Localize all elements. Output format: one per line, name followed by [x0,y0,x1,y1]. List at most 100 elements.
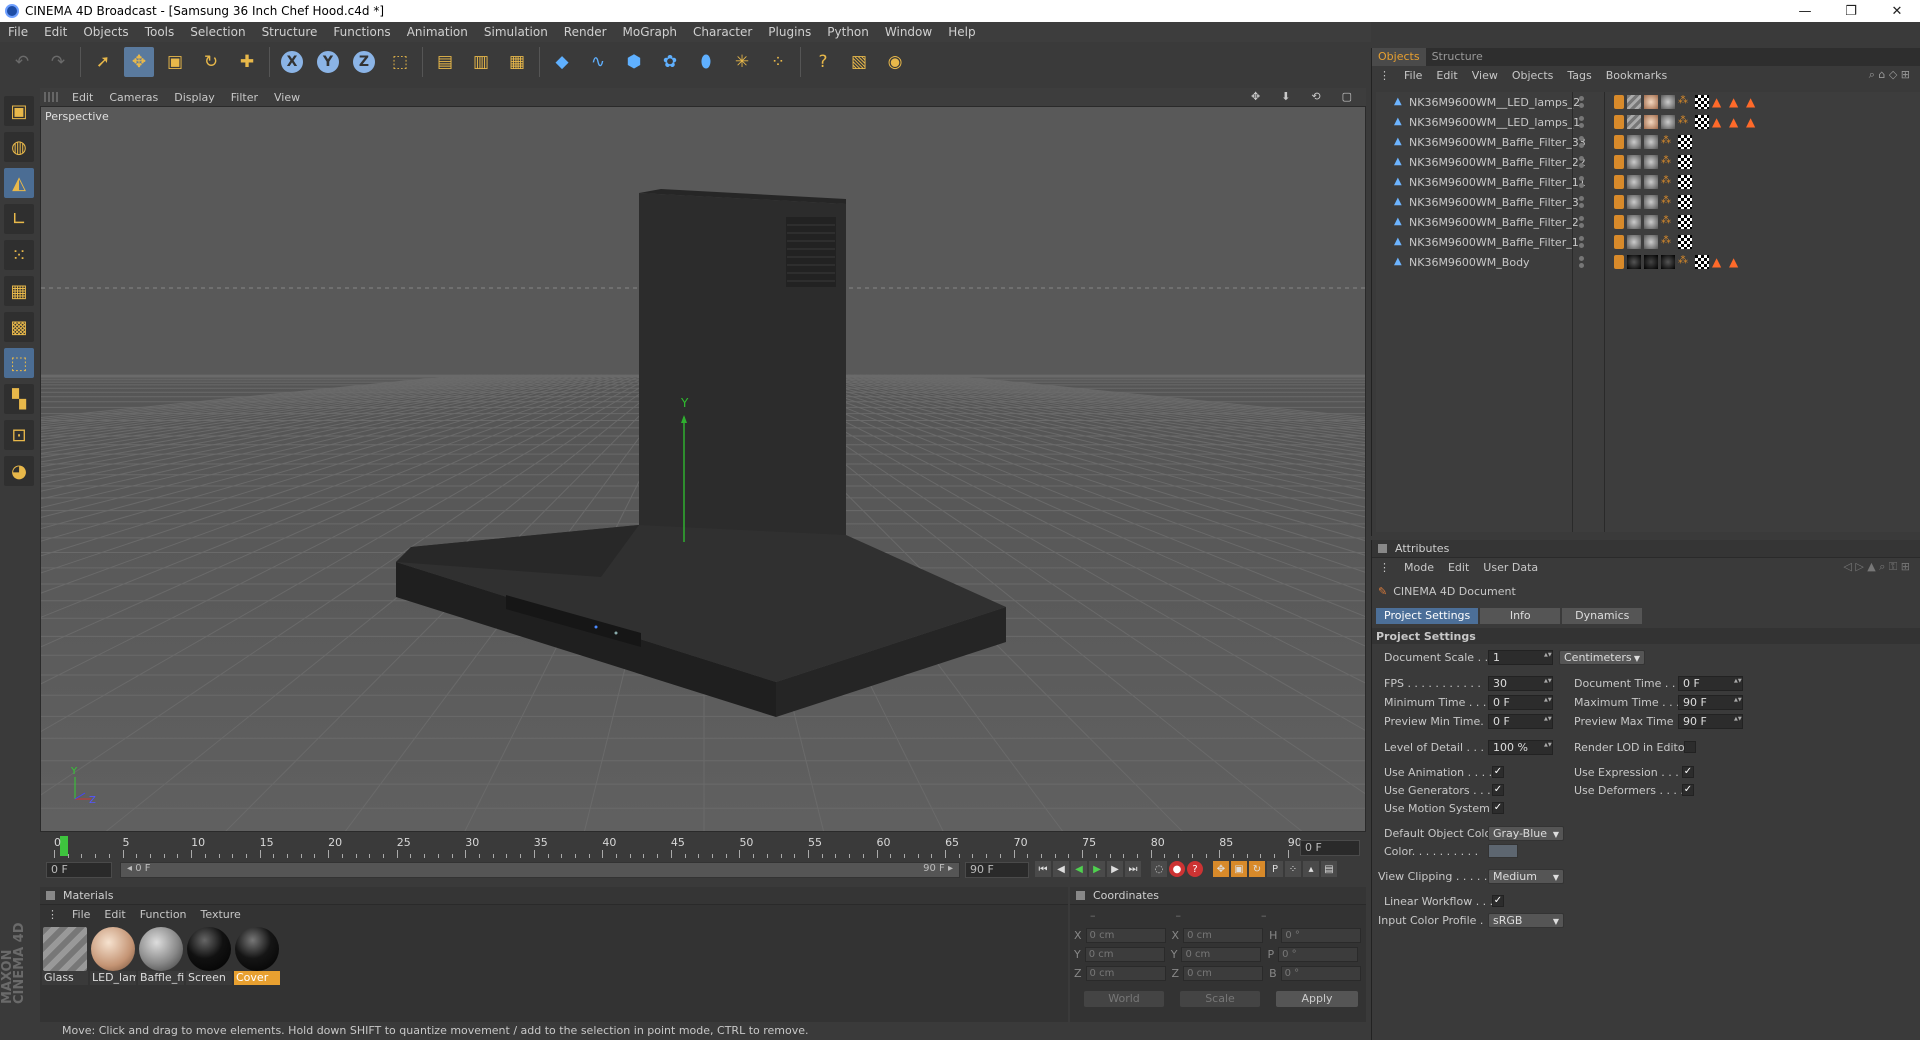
visibility-dots[interactable] [1579,236,1584,248]
object-tags[interactable]: ⁂ ▲ ▲ ▲ [1614,95,1760,109]
timeline-icon[interactable]: ▧ [844,47,874,77]
object-name[interactable]: NK36M9600WM_Body [1409,256,1599,269]
visibility-dots[interactable] [1579,196,1584,208]
object-tags[interactable]: ⁂ ▲ ▲ [1614,255,1743,269]
key-scale-icon[interactable]: ▣ [1231,861,1247,877]
texture-tag-icon[interactable] [1695,115,1709,129]
menu-objects[interactable]: Objects [75,25,136,39]
render-settings-icon[interactable]: ▦ [502,47,532,77]
material-tag-icon[interactable] [1627,155,1641,169]
material-tag-icon[interactable] [1627,235,1641,249]
objects-menu-view[interactable]: View [1465,69,1505,82]
object-name[interactable]: NK36M9600WM_Baffle_Filter_2 [1409,216,1599,229]
material-tag-icon[interactable] [1627,175,1641,189]
add-tool-icon[interactable]: ✚ [232,47,262,77]
play-forward-icon[interactable]: ▶ [1089,861,1105,877]
material-tag-icon[interactable] [1627,195,1641,209]
document-time-field[interactable]: 0 F [1678,675,1743,691]
viewport-menu-view[interactable]: View [266,91,308,104]
menu-render[interactable]: Render [556,25,615,39]
visibility-dots[interactable] [1579,116,1584,128]
material-cover[interactable]: Cover [234,927,280,985]
object-row[interactable]: ▲ NK36M9600WM_Baffle_Filter_3 ⁂ [1376,192,1920,212]
texture-tag-icon[interactable] [1695,95,1709,109]
material-tag-icon[interactable] [1627,255,1641,269]
rot-p-field[interactable]: 0 ° [1278,946,1359,962]
use-motion-checkbox[interactable]: ✓ [1492,802,1504,814]
tab-info[interactable]: Info [1480,608,1561,624]
texture-mode-icon[interactable]: ⬚ [4,348,34,378]
size-x-field[interactable]: 0 cm [1183,927,1264,943]
go-to-end-icon[interactable]: ⏭ [1125,861,1141,877]
object-name[interactable]: NK36M9600WM_Baffle_Filter_22 [1409,156,1599,169]
phong-tag-icon[interactable] [1614,115,1624,129]
material-tag-icon[interactable] [1627,215,1641,229]
perspective-viewport[interactable]: Y Y Z Perspective [40,106,1366,832]
phong-tag-icon[interactable] [1614,135,1624,149]
default-color-dropdown[interactable]: Gray-Blue [1488,825,1564,841]
texture-tag-icon[interactable] [1678,175,1692,189]
light-icon[interactable]: ◉ [880,47,910,77]
menu-help[interactable]: Help [940,25,983,39]
orbit-icon[interactable]: ⟲ [1303,90,1328,103]
camera-icon[interactable]: ? [808,47,838,77]
attributes-menu-edit[interactable]: Edit [1441,561,1476,574]
warning-tag-icon[interactable]: ▲ [1712,255,1726,269]
materials-menu-edit[interactable]: Edit [97,908,132,921]
texture-tag-icon[interactable] [1678,135,1692,149]
edges-mode-icon[interactable]: ▦ [4,276,34,306]
view-clipping-dropdown[interactable]: Medium [1488,868,1564,884]
texture-tag-icon[interactable] [1695,255,1709,269]
color-swatch[interactable] [1488,844,1518,858]
object-tags[interactable]: ⁂ [1614,155,1692,169]
objects-menu-file[interactable]: File [1397,69,1429,82]
x-axis-lock-icon[interactable]: X [279,49,305,75]
phong-tag-icon[interactable] [1614,235,1624,249]
object-row[interactable]: ▲ NK36M9600WM__LED_lamps_1 ⁂ ▲ ▲ ▲ [1376,112,1920,132]
use-animation-checkbox[interactable]: ✓ [1492,766,1504,778]
uvw-tag-icon[interactable]: ⁂ [1661,175,1675,189]
use-expression-checkbox[interactable]: ✓ [1682,766,1694,778]
move-tool-icon[interactable]: ✥ [124,47,154,77]
cube-primitive-icon[interactable]: ◆ [547,47,577,77]
coordinate-system-icon[interactable]: ⬚ [385,47,415,77]
menu-python[interactable]: Python [819,25,877,39]
objects-menu-tags[interactable]: Tags [1560,69,1598,82]
scale-tool-icon[interactable]: ▣ [160,47,190,77]
rot-b-field[interactable]: 0 ° [1280,965,1361,981]
render-view-icon[interactable]: ▤ [430,47,460,77]
visibility-dots[interactable] [1579,156,1584,168]
close-button[interactable]: ✕ [1874,0,1920,22]
viewport-menu-cameras[interactable]: Cameras [101,91,166,104]
rot-h-field[interactable]: 0 ° [1281,927,1362,943]
subdivision-surface-icon[interactable]: ⬢ [619,47,649,77]
next-key-icon[interactable]: ▶ [1107,861,1123,877]
key-motion-icon[interactable]: ▴ [1303,861,1319,877]
object-row[interactable]: ▲ NK36M9600WM_Baffle_Filter_2 ⁂ [1376,212,1920,232]
attributes-menu-mode[interactable]: Mode [1397,561,1441,574]
material-tag-icon[interactable] [1644,155,1658,169]
menu-mograph[interactable]: MoGraph [615,25,686,39]
materials-menu-texture[interactable]: Texture [194,908,248,921]
lod-field[interactable]: 100 % [1488,739,1553,755]
object-name[interactable]: NK36M9600WM_Baffle_Filter_11 [1409,176,1599,189]
timeline-window-icon[interactable]: ▤ [1321,861,1337,877]
object-row[interactable]: ▲ NK36M9600WM_Baffle_Filter_22 ⁂ [1376,152,1920,172]
pan-icon[interactable]: ✥ [1243,90,1268,103]
texture-tag-icon[interactable] [1678,215,1692,229]
apply-button[interactable]: Apply [1276,991,1358,1007]
world-dropdown[interactable]: World [1084,991,1164,1007]
uvw-tag-icon[interactable]: ⁂ [1661,155,1675,169]
play-backward-icon[interactable]: ◀ [1071,861,1087,877]
materials-menu-file[interactable]: File [65,908,97,921]
menu-simulation[interactable]: Simulation [476,25,556,39]
menu-tools[interactable]: Tools [137,25,183,39]
uvw-tag-icon[interactable]: ⁂ [1661,195,1675,209]
playhead[interactable] [60,836,68,856]
visibility-dots[interactable] [1579,96,1584,108]
menu-file[interactable]: File [0,25,36,39]
material-tag-icon[interactable] [1644,115,1658,129]
object-tags[interactable]: ⁂ [1614,215,1692,229]
tab-objects[interactable]: Objects [1372,48,1426,66]
object-tags[interactable]: ⁂ [1614,175,1692,189]
